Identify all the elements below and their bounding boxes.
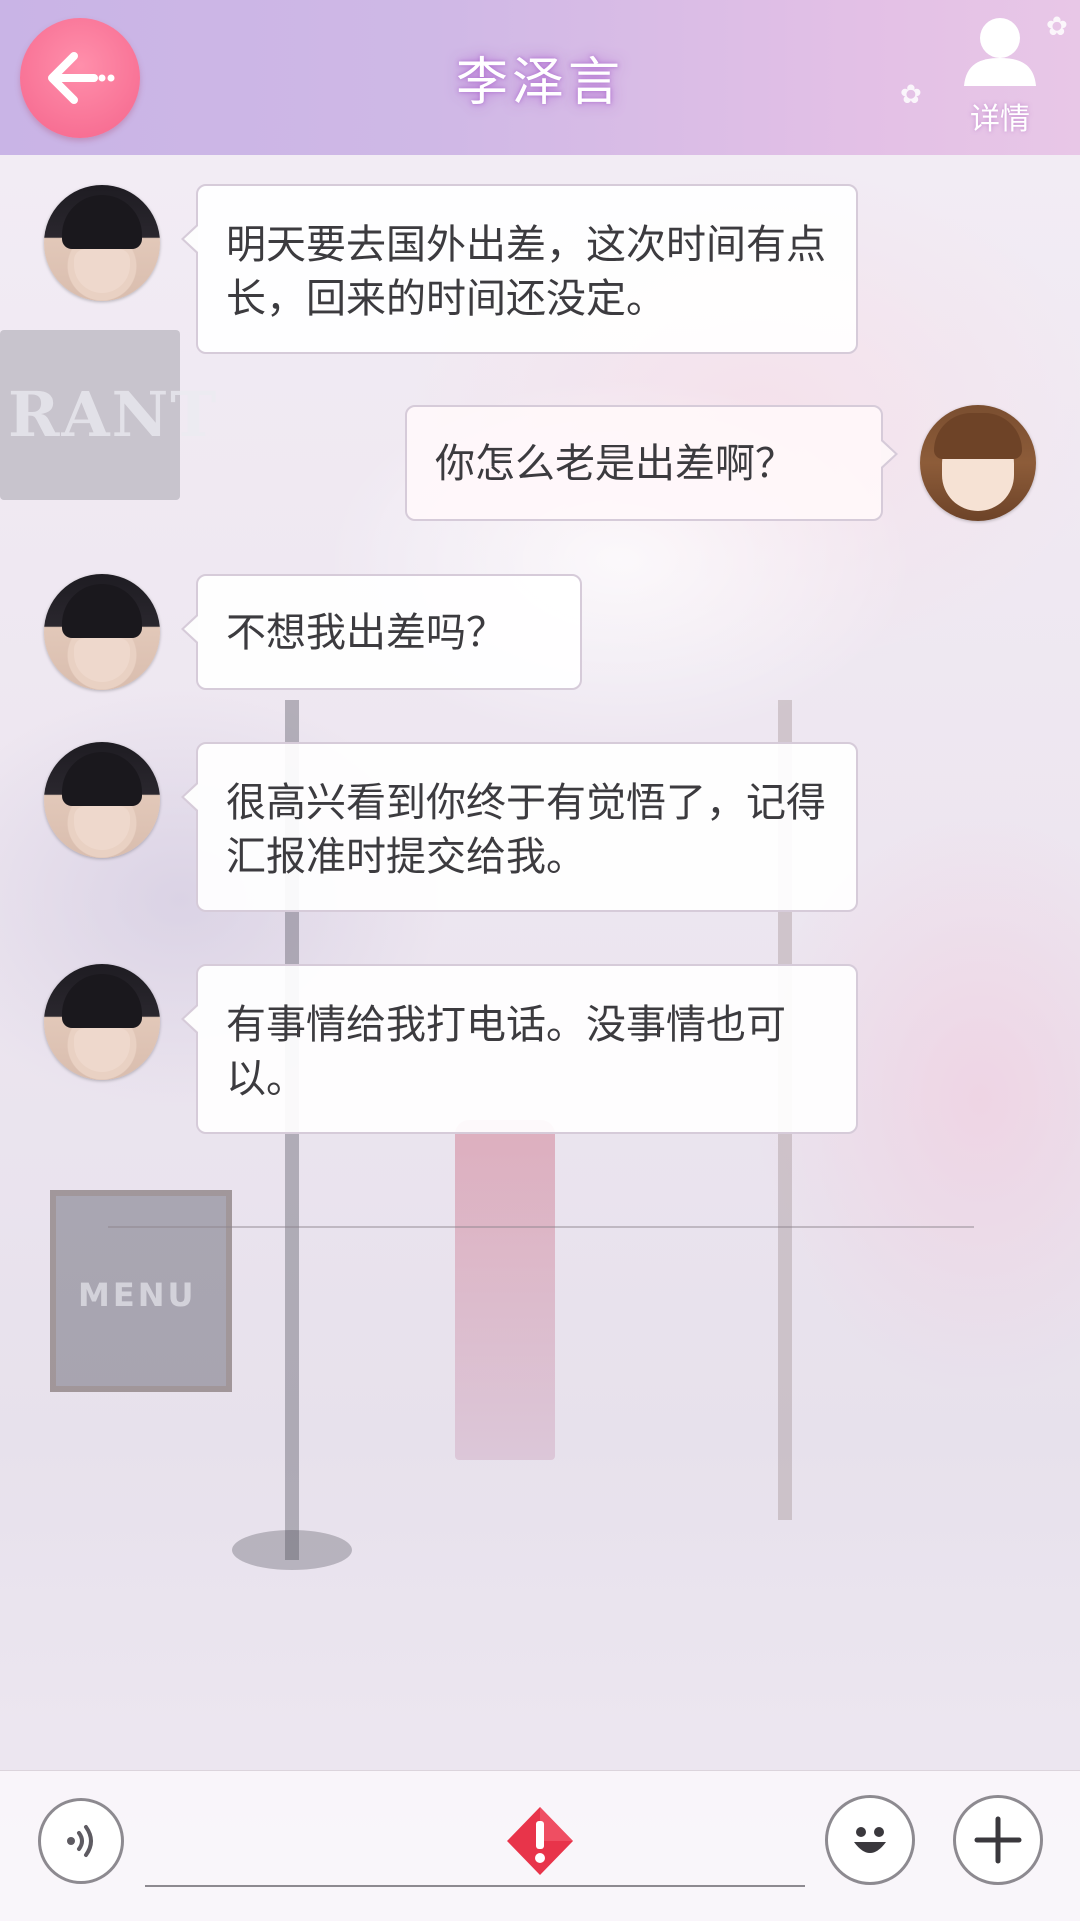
emoji-button[interactable] [825,1795,915,1885]
arrow-left-icon [48,52,115,104]
voice-button[interactable] [38,1798,124,1884]
person-icon [964,18,1036,86]
add-button[interactable] [953,1795,1043,1885]
contact-name-title: 李泽言 [455,53,624,113]
background-lamp-base [232,1530,352,1570]
menu-board-text: MENU [78,1276,197,1314]
my-avatar[interactable] [920,405,1036,521]
details-button[interactable]: 详情 [950,14,1050,139]
voice-icon [67,1825,93,1857]
shop-sign-text: RANT [8,378,219,451]
message-bubble: 很高兴看到你终于有觉悟了，记得汇报准时提交给我。 [181,742,858,912]
contact-avatar[interactable] [44,964,160,1080]
message-bubble: 明天要去国外出差，这次时间有点长，回来的时间还没定。 [181,184,858,354]
plus-icon [974,1816,1022,1864]
message-bubble: 你怎么老是出差啊？ [405,405,898,521]
petal-decoration-icon: ✿ [900,80,922,110]
contact-avatar[interactable] [44,742,160,858]
message-input-underline[interactable] [145,1885,805,1887]
background-menu-board: MENU [50,1190,232,1392]
back-button[interactable] [20,18,140,138]
warning-icon[interactable] [505,1805,575,1877]
message-bubble: 有事情给我打电话。没事情也可以。 [181,964,858,1134]
chat-end-divider [108,1226,974,1228]
contact-avatar[interactable] [44,185,160,301]
emoji-icon [854,1827,886,1853]
details-label: 详情 [970,102,1030,137]
message-bubble: 不想我出差吗？ [181,574,582,690]
chat-header: 李泽言 ✿ ✿ 详情 [0,0,1080,155]
contact-avatar[interactable] [44,574,160,690]
background-mailbox [455,1120,555,1460]
background-shop-sign: RANT [0,330,216,500]
